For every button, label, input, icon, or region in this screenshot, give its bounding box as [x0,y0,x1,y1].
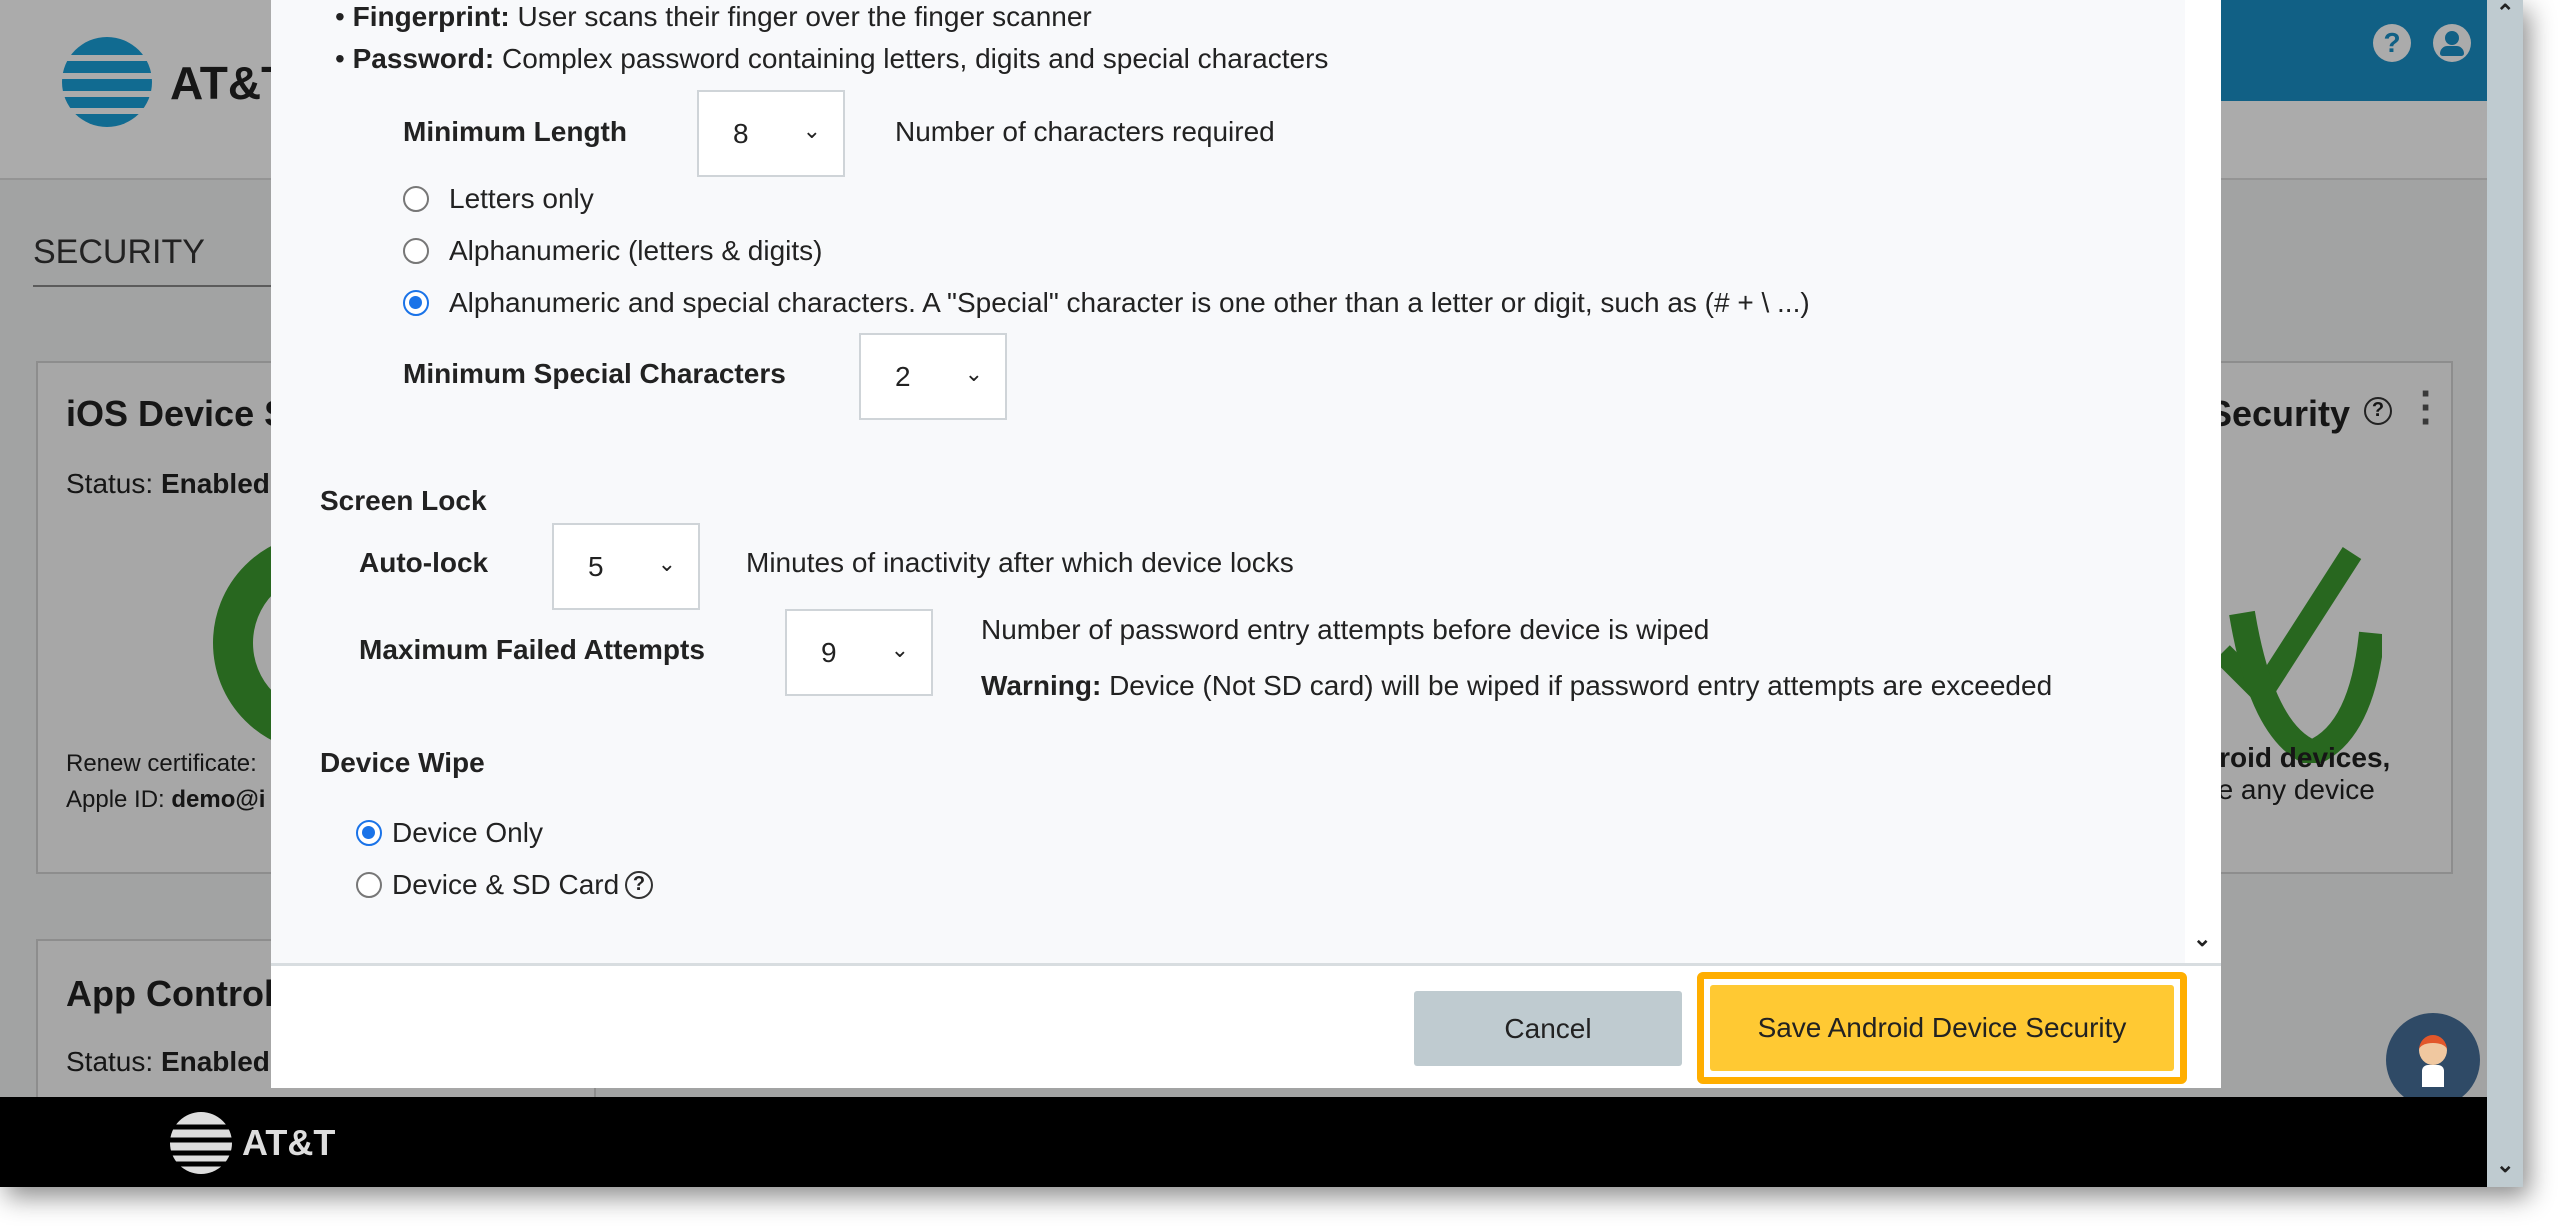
fingerprint-label: Fingerprint: [352,1,510,32]
password-label: Password: [352,43,495,74]
min-special-label: Minimum Special Characters [403,358,786,389]
chevron-down-icon: ⌄ [802,118,821,143]
max-failed-label: Maximum Failed Attempts [359,634,705,665]
save-button-highlight: Save Android Device Security [1697,972,2187,1084]
radio-label: Device & SD Card [392,869,620,900]
scroll-down-arrow-icon[interactable]: ⌄ [2496,1152,2514,1178]
scroll-up-arrow-icon[interactable]: ⌃ [2496,0,2514,26]
att-globe-logo [168,1112,234,1174]
auto-lock-label: Auto-lock [359,547,489,578]
radio-label: Alphanumeric and special characters. A "… [449,287,1810,318]
dialog-footer: Cancel Save Android Device Security [271,963,2221,1088]
select-value: 8 [733,118,749,149]
save-android-security-button[interactable]: Save Android Device Security [1710,985,2174,1071]
select-value: 2 [895,361,911,392]
app-window: AT&T ? SECURITY iOS Device S Status: Ena… [0,0,2523,1187]
radio-alphanumeric[interactable] [403,238,429,264]
select-value: 5 [588,551,604,582]
chat-avatar-button[interactable] [2386,1013,2480,1107]
page-scrollbar[interactable]: ⌃ ⌄ [2487,0,2523,1187]
auto-lock-note: Minutes of inactivity after which device… [746,547,1294,578]
radio-device-sd-card[interactable] [356,872,382,898]
help-icon[interactable]: ? [625,871,653,899]
min-length-select[interactable]: 8 ⌄ [697,90,845,177]
chevron-down-icon: ⌄ [657,551,676,576]
scroll-down-arrow-icon[interactable]: ⌄ [2193,926,2211,952]
fingerprint-text: User scans their finger over the finger … [517,1,1092,32]
footer-brand: AT&T [242,1122,336,1163]
screen-lock-title: Screen Lock [320,485,487,516]
dialog-scrollbar[interactable]: ⌄ [2185,0,2221,963]
min-length-note: Number of characters required [895,116,1275,147]
max-failed-select[interactable]: 9 ⌄ [785,609,933,696]
warning-text: Device (Not SD card) will be wiped if pa… [1109,670,2053,701]
android-security-dialog: • Fingerprint: User scans their finger o… [271,0,2221,1088]
radio-device-only[interactable] [356,820,382,846]
auto-lock-select[interactable]: 5 ⌄ [552,523,700,610]
password-text: Complex password containing letters, dig… [501,43,1329,74]
chevron-down-icon: ⌄ [964,361,983,386]
radio-letters-only[interactable] [403,186,429,212]
max-failed-note: Number of password entry attempts before… [981,614,1710,645]
radio-alphanumeric-special[interactable] [403,290,429,316]
page-footer: AT&T [0,1097,2487,1187]
min-length-label: Minimum Length [403,116,627,147]
warning-label: Warning: [981,670,1102,701]
radio-label: Alphanumeric (letters & digits) [449,235,823,266]
select-value: 9 [821,637,837,668]
radio-label: Letters only [449,183,594,214]
chevron-down-icon: ⌄ [890,637,909,662]
device-wipe-title: Device Wipe [320,747,485,778]
chat-avatar-icon [2419,1035,2447,1065]
cancel-button[interactable]: Cancel [1414,991,1682,1066]
radio-label: Device Only [392,817,543,848]
min-special-select[interactable]: 2 ⌄ [859,333,1007,420]
